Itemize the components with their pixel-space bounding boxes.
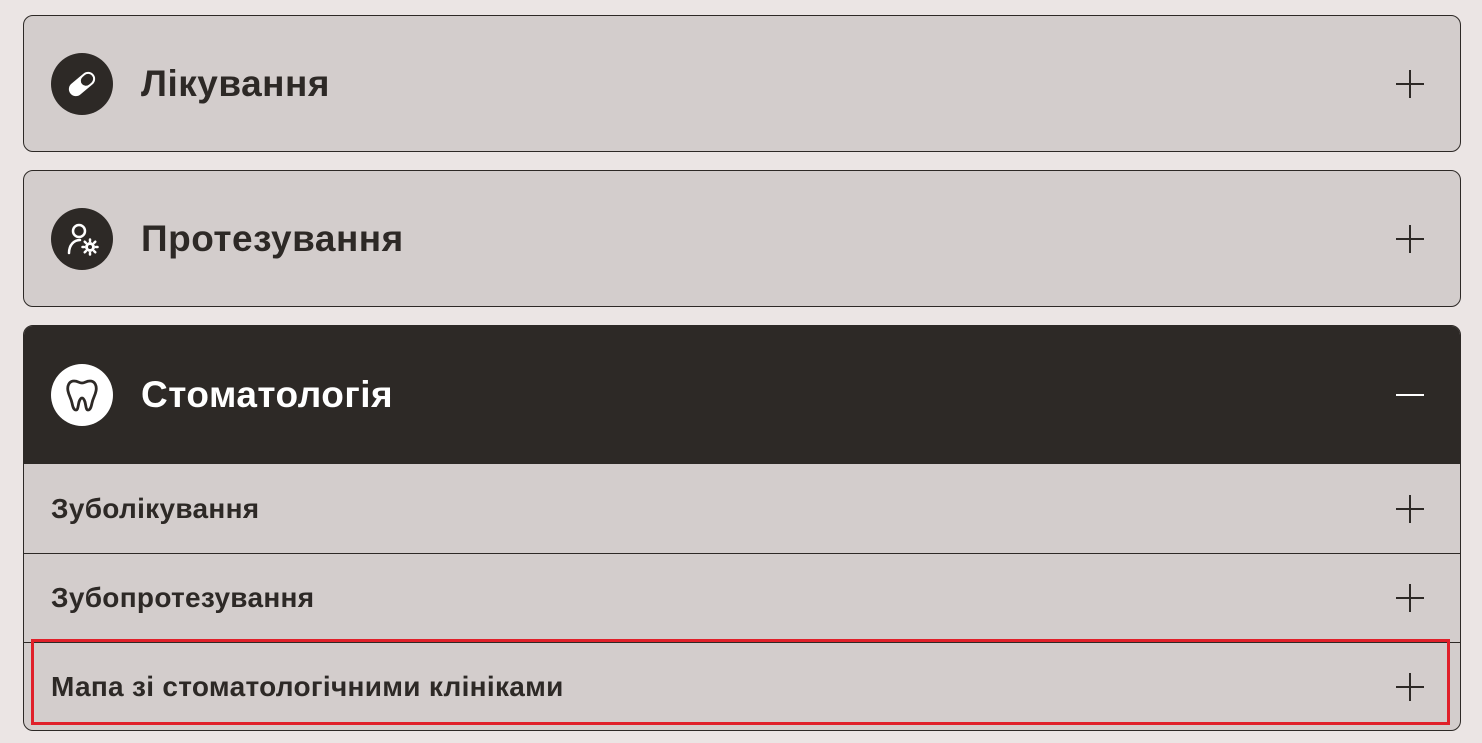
plus-icon[interactable] <box>1396 584 1424 612</box>
accordion-item-clinics-map[interactable]: Мапа зі стоматологічними клініками <box>24 642 1460 730</box>
accordion-items: Зуболікування Зубопротезування Мапа зі с… <box>24 464 1460 730</box>
plus-icon[interactable] <box>1396 494 1424 523</box>
person-gear-icon <box>51 207 113 270</box>
accordion-item-zubolikuvannia[interactable]: Зуболікування <box>24 464 1460 553</box>
accordion-header-likuvannia[interactable]: Лікування <box>24 16 1460 151</box>
pill-icon <box>51 52 113 115</box>
accordion-title: Стоматологія <box>141 374 394 415</box>
minus-icon[interactable] <box>1396 381 1424 409</box>
plus-icon[interactable] <box>1396 224 1424 253</box>
accordion-title: Лікування <box>141 62 330 104</box>
accordion-header-stomatolohiia[interactable]: Стоматологія <box>24 326 1460 464</box>
accordion-section-likuvannia: Лікування <box>23 15 1461 152</box>
plus-icon[interactable] <box>1396 69 1424 98</box>
accordion-item-label: Зуболікування <box>51 492 260 524</box>
accordion-header-protezuvannia[interactable]: Протезування <box>24 171 1460 306</box>
tooth-icon <box>51 364 113 426</box>
plus-icon[interactable] <box>1396 673 1424 701</box>
accordion-item-label: Зубопротезування <box>51 582 315 613</box>
accordion-item-zuboprotezuvannia[interactable]: Зубопротезування <box>24 553 1460 642</box>
accordion-title: Протезування <box>141 217 404 259</box>
accordion-item-label: Мапа зі стоматологічними клініками <box>51 671 564 702</box>
accordion-section-protezuvannia: Протезування <box>23 170 1461 307</box>
accordion-section-stomatolohiia: Стоматологія Зуболікування Зубопротезува… <box>23 325 1461 731</box>
